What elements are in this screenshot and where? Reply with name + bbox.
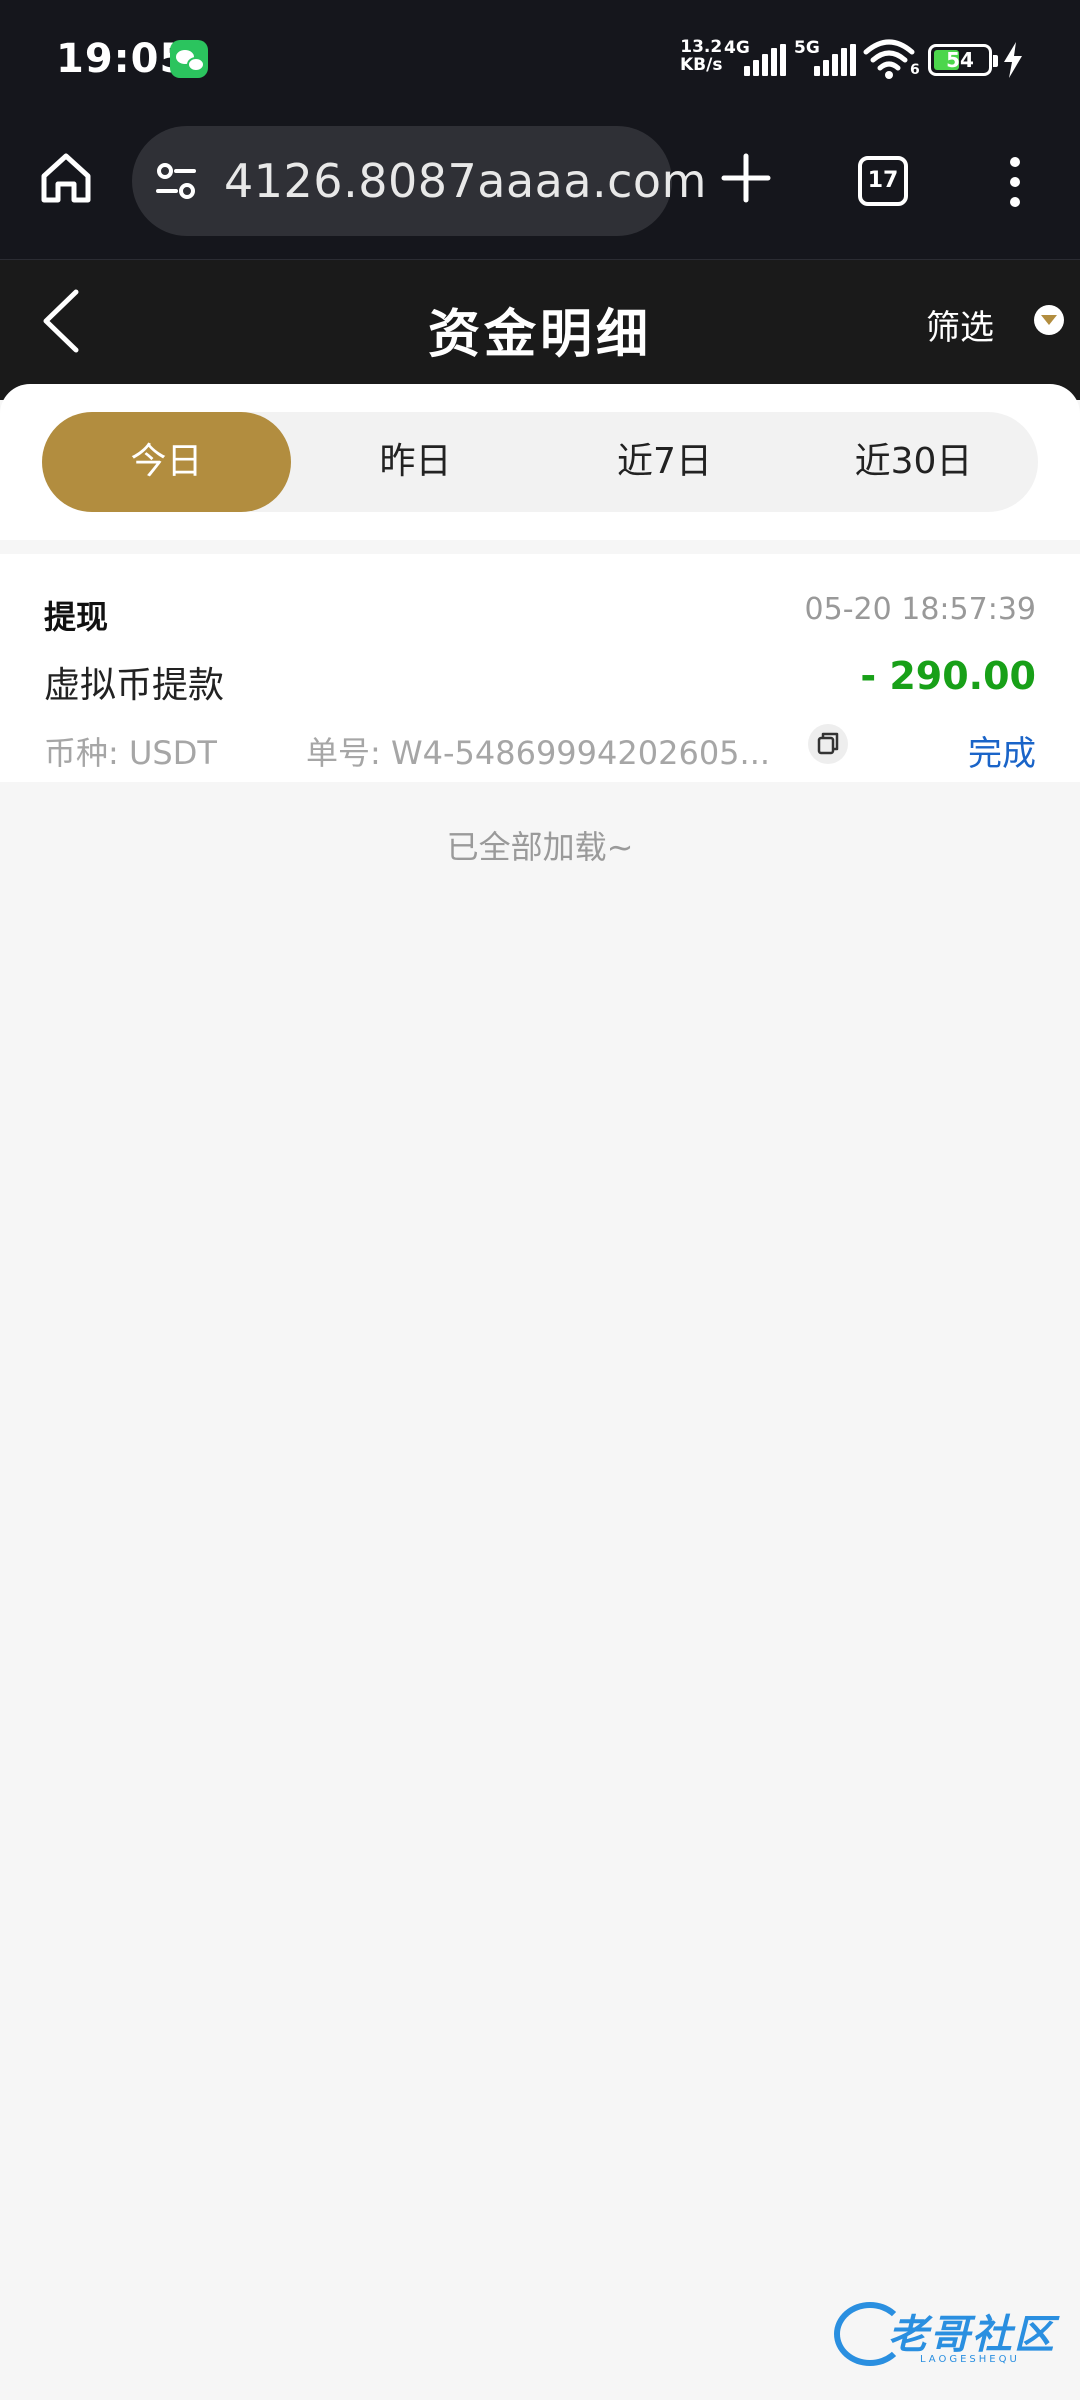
- home-icon[interactable]: [38, 150, 94, 206]
- network-speed: 13.2 KB/s: [680, 38, 722, 74]
- watermark-text: 老哥社区: [888, 2312, 1056, 2358]
- record-order-number: 单号: W4-54869994202605...: [306, 734, 771, 772]
- network-speed-value: 13.2: [680, 37, 723, 57]
- filter-dropdown-icon[interactable]: [1034, 305, 1064, 335]
- transaction-record[interactable]: 提现 05-20 18:57:39 虚拟币提款 - 290.00 币种: USD…: [0, 554, 1080, 782]
- browser-toolbar: 4126.8087aaaa.com 17: [0, 120, 1080, 260]
- wifi-sub: 6: [910, 62, 920, 78]
- signal-bars-icon: [744, 44, 788, 76]
- battery-icon: 54: [928, 44, 998, 76]
- battery-level: 54: [946, 48, 974, 72]
- date-range-card: 今日 昨日 近7日 近30日: [0, 384, 1080, 540]
- watermark-subtext: LAOGESHEQU: [920, 2354, 1020, 2365]
- charging-icon: [1002, 42, 1024, 82]
- all-loaded-text: 已全部加载~: [446, 828, 634, 866]
- page-title: 资金明细: [427, 305, 652, 365]
- watermark-logo: 老哥社区 LAOGESHEQU: [834, 2298, 1066, 2374]
- tab-switcher-button[interactable]: 17: [858, 156, 908, 206]
- record-description: 虚拟币提款: [44, 665, 225, 706]
- url-text: 4126.8087aaaa.com: [224, 154, 707, 208]
- tab-today[interactable]: 今日: [42, 412, 291, 512]
- new-tab-icon[interactable]: [718, 150, 774, 206]
- status-time: 19:05: [56, 36, 189, 82]
- copy-icon[interactable]: [808, 724, 848, 764]
- record-amount: - 290.00: [860, 654, 1036, 698]
- record-status: 完成: [968, 734, 1036, 774]
- tab-yesterday[interactable]: 昨日: [291, 412, 540, 512]
- status-bar: 19:05 13.2 KB/s 4G 5G 6 54: [0, 0, 1080, 120]
- record-currency: 币种: USDT: [44, 734, 217, 772]
- tab-last-7-days[interactable]: 近7日: [540, 412, 789, 512]
- signal-bars-icon: [814, 44, 858, 76]
- network-speed-unit: KB/s: [680, 55, 723, 75]
- tab-last-30-days[interactable]: 近30日: [789, 412, 1038, 512]
- wifi-icon: 6: [862, 38, 920, 84]
- record-time: 05-20 18:57:39: [804, 592, 1036, 627]
- record-type: 提现: [44, 598, 109, 636]
- app-header: 资金明细 筛选: [0, 260, 1080, 400]
- date-range-tabs: 今日 昨日 近7日 近30日: [42, 412, 1038, 512]
- filter-button[interactable]: 筛选: [926, 300, 994, 349]
- more-menu-icon[interactable]: [1000, 154, 1030, 210]
- address-bar[interactable]: 4126.8087aaaa.com: [132, 126, 706, 236]
- site-settings-icon[interactable]: [154, 159, 198, 203]
- wechat-notification-icon: [170, 40, 208, 78]
